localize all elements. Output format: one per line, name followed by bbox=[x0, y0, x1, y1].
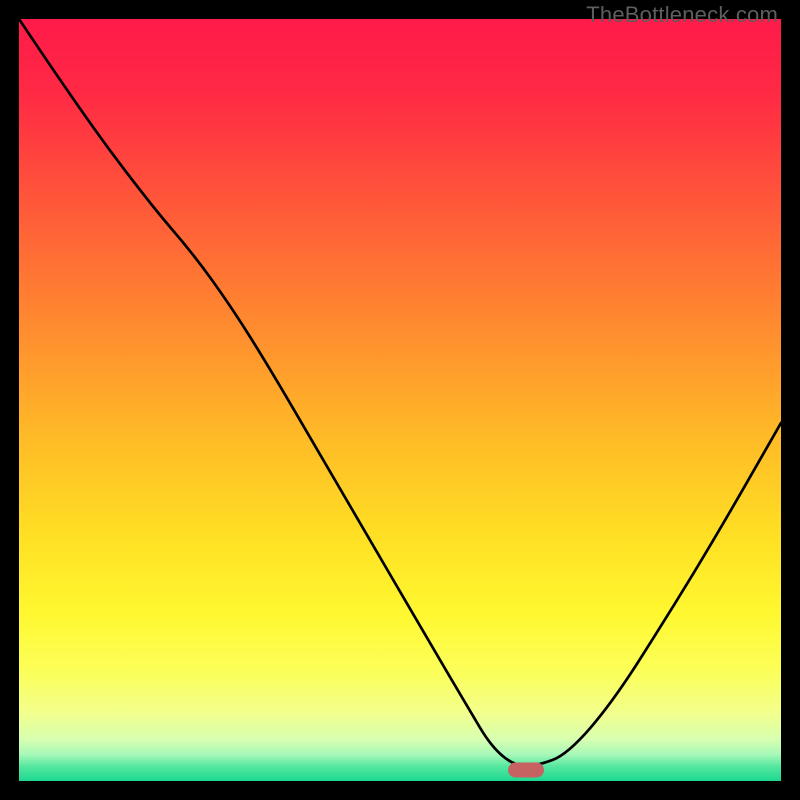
watermark-text: TheBottleneck.com bbox=[586, 2, 778, 28]
background-gradient bbox=[19, 19, 781, 781]
optimum-marker bbox=[508, 762, 544, 777]
chart-frame: TheBottleneck.com bbox=[0, 0, 800, 800]
plot-area bbox=[19, 19, 781, 781]
